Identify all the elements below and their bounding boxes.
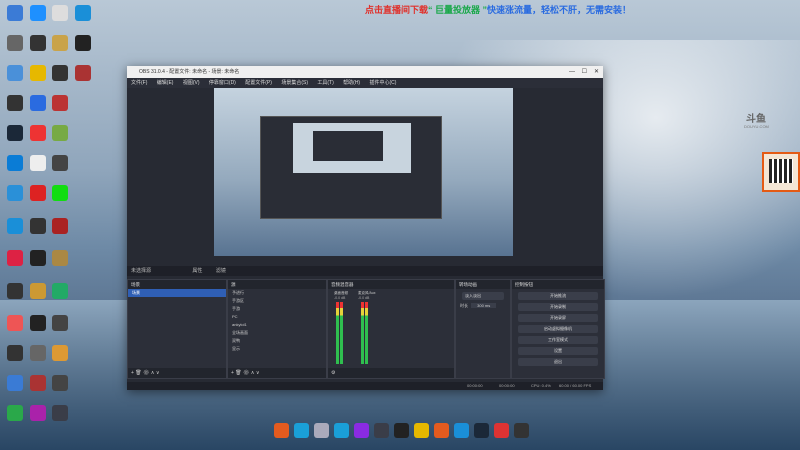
audio-meter bbox=[336, 302, 339, 364]
source-item[interactable]: 显示 bbox=[228, 345, 326, 353]
source-item[interactable]: 手游区 bbox=[228, 297, 326, 305]
source-item[interactable]: 予进行 bbox=[228, 289, 326, 297]
menu-item-view[interactable]: 视图(V) bbox=[183, 80, 200, 86]
exit-button[interactable]: 退出 bbox=[518, 358, 598, 366]
desktop-icon[interactable] bbox=[47, 185, 73, 201]
menu-item-profile[interactable]: 配置文件(P) bbox=[245, 80, 272, 86]
transitions-header: 转场动画 bbox=[456, 280, 510, 289]
maximize-icon[interactable]: ☐ bbox=[582, 66, 587, 78]
desktop-icon[interactable] bbox=[47, 218, 73, 234]
menu-item-help[interactable]: 帮助(H) bbox=[343, 80, 360, 86]
taskbar bbox=[272, 419, 538, 443]
duration-input[interactable]: 300 ms bbox=[471, 303, 497, 308]
nested-preview bbox=[260, 116, 442, 219]
studio-mode-button[interactable]: 工作室模式 bbox=[518, 336, 598, 344]
sources-header: 源 bbox=[228, 280, 326, 289]
minimize-icon[interactable]: — bbox=[569, 66, 575, 78]
mixer-channel-2-db: -0.0 dB bbox=[358, 296, 370, 300]
menu-item-edit[interactable]: 编辑(E) bbox=[157, 80, 174, 86]
menu-item-scene-collection[interactable]: 场景集合(S) bbox=[281, 80, 308, 86]
douyu-logo: 斗鱼 bbox=[746, 114, 766, 125]
settings-button[interactable]: 设置 bbox=[518, 347, 598, 355]
transition-select[interactable]: 淡入淡出 bbox=[462, 292, 504, 300]
source-item[interactable]: 手游 bbox=[228, 305, 326, 313]
audio-meter bbox=[361, 302, 364, 364]
taskbar-app-icon[interactable] bbox=[414, 423, 429, 438]
virtual-camera-button[interactable]: 启动虚拟摄像机 bbox=[518, 325, 598, 333]
start-streaming-button[interactable]: 开始推流 bbox=[518, 292, 598, 300]
desktop-icon[interactable] bbox=[47, 345, 73, 361]
properties-button[interactable]: 属性 bbox=[192, 268, 202, 274]
transitions-panel: 转场动画 淡入淡出 时长 300 ms bbox=[455, 279, 511, 379]
taskbar-app-icon[interactable] bbox=[374, 423, 389, 438]
filters-button[interactable]: 滤镜 bbox=[216, 268, 226, 274]
mixer-header: 音频混音器 bbox=[328, 280, 454, 289]
source-toolbar: 未选择源 属性 滤镜 bbox=[127, 266, 603, 276]
desktop-icon[interactable] bbox=[47, 95, 73, 111]
promo-banner: 点击直播间下载“ 巨量投放器 ”快速涨流量，轻松不肝，无需安装！ bbox=[365, 5, 632, 15]
source-item[interactable]: 双鸭 bbox=[228, 337, 326, 345]
mixer-channel-1-db: -0.0 dB bbox=[334, 296, 346, 300]
taskbar-app-icon[interactable] bbox=[514, 423, 529, 438]
taskbar-app-icon[interactable] bbox=[354, 423, 369, 438]
window-title: OBS 31.0.4 - 配置文件: 未命名 - 场景: 未命名 bbox=[139, 69, 240, 75]
obs-window: OBS 31.0.4 - 配置文件: 未命名 - 场景: 未命名 — ☐ ✕ 文… bbox=[127, 66, 605, 390]
steam-icon[interactable] bbox=[474, 423, 489, 438]
taskbar-app-icon[interactable] bbox=[334, 423, 349, 438]
scenes-panel: 场景 场景 + 🗑 ⚙ ∧ ∨ bbox=[127, 279, 227, 379]
source-item[interactable]: PC bbox=[228, 313, 326, 321]
status-bar: 00:00:00 00:00:00 CPU: 0.4% 60.00 / 60.0… bbox=[127, 382, 603, 390]
close-icon[interactable]: ✕ bbox=[594, 66, 599, 78]
audio-meter bbox=[340, 302, 343, 364]
source-item[interactable]: ankylol1 bbox=[228, 321, 326, 329]
sources-footer: + 🗑 ⚙ ∧ ∨ bbox=[228, 368, 326, 378]
desktop-icon[interactable] bbox=[47, 283, 73, 299]
stream-time: 00:00:00 bbox=[467, 383, 483, 388]
start-screen-record-button[interactable]: 开始录屏 bbox=[518, 314, 598, 322]
desktop-icon[interactable] bbox=[70, 65, 96, 81]
record-time: 00:00:00 bbox=[499, 383, 515, 388]
desktop-icon[interactable] bbox=[47, 155, 73, 171]
taskbar-app-icon[interactable] bbox=[274, 423, 289, 438]
taskbar-app-icon[interactable] bbox=[434, 423, 449, 438]
douyu-logo-sub: DOUYU.COM bbox=[744, 124, 769, 129]
taskbar-app-icon[interactable] bbox=[494, 423, 509, 438]
desktop-icon[interactable] bbox=[47, 315, 73, 331]
desktop-icon[interactable] bbox=[47, 250, 73, 266]
sources-panel: 源 予进行 手游区 手游 PC ankylol1 全场画面 双鸭 显示 + 🗑 … bbox=[227, 279, 327, 379]
taskbar-app-icon[interactable] bbox=[294, 423, 309, 438]
desktop-icon[interactable] bbox=[47, 375, 73, 391]
title-bar: OBS 31.0.4 - 配置文件: 未命名 - 场景: 未命名 — ☐ ✕ bbox=[127, 66, 603, 78]
no-source-label: 未选择源 bbox=[131, 268, 152, 274]
menu-bar: 文件(F) 编辑(E) 视图(V) 停靠窗口(D) 配置文件(P) 场景集合(S… bbox=[127, 78, 603, 88]
taskbar-app-icon[interactable] bbox=[454, 423, 469, 438]
menu-item-docks[interactable]: 停靠窗口(D) bbox=[209, 80, 236, 86]
cpu-usage: CPU: 0.4% bbox=[531, 383, 551, 388]
fps-display: 60.00 / 60.00 FPS bbox=[559, 383, 592, 388]
desktop-icon[interactable] bbox=[70, 35, 96, 51]
source-item[interactable]: 全场画面 bbox=[228, 329, 326, 337]
qr-code bbox=[762, 152, 800, 192]
desktop-icon[interactable] bbox=[47, 125, 73, 141]
start-recording-button[interactable]: 开始录制 bbox=[518, 303, 598, 311]
audio-mixer-panel: 音频混音器 桌面音频 麦克风/Aux -0.0 dB -0.0 dB ⚙ bbox=[327, 279, 455, 379]
menu-item-file[interactable]: 文件(F) bbox=[131, 80, 147, 86]
scene-item[interactable]: 场景 bbox=[128, 289, 226, 297]
mixer-footer: ⚙ bbox=[328, 368, 454, 378]
audio-meter bbox=[365, 302, 368, 364]
scenes-footer: + 🗑 ⚙ ∧ ∨ bbox=[128, 368, 226, 378]
desktop-icon[interactable] bbox=[70, 5, 96, 21]
taskbar-app-icon[interactable] bbox=[314, 423, 329, 438]
desktop-icon[interactable] bbox=[47, 405, 73, 421]
obs-taskbar-icon[interactable] bbox=[394, 423, 409, 438]
controls-header: 控制按钮 bbox=[512, 280, 604, 289]
menu-item-plugins[interactable]: 插件中心(C) bbox=[370, 80, 397, 86]
scenes-header: 场景 bbox=[128, 280, 226, 289]
duration-label: 时长 bbox=[460, 303, 468, 308]
menu-item-tools[interactable]: 工具(T) bbox=[317, 80, 333, 86]
preview-canvas[interactable] bbox=[214, 88, 513, 256]
controls-panel: 控制按钮 开始推流 开始录制 开始录屏 启动虚拟摄像机 工作室模式 设置 退出 bbox=[511, 279, 605, 379]
